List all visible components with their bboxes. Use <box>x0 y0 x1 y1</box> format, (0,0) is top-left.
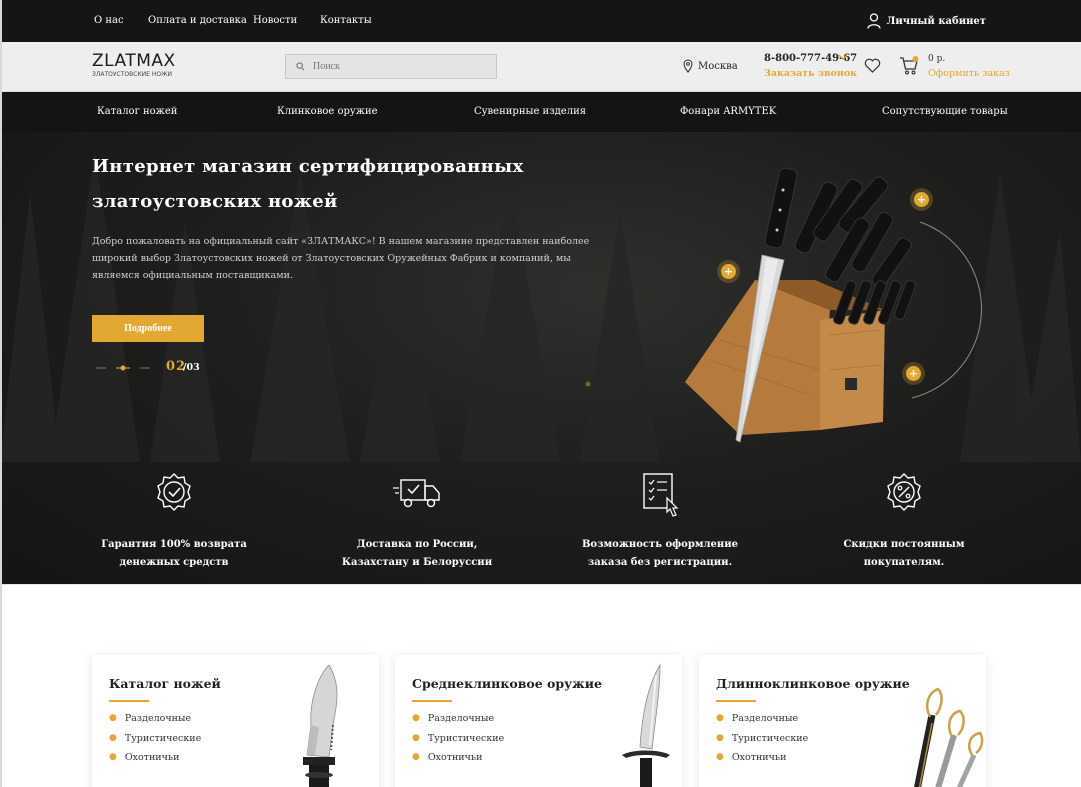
location-pin-icon <box>683 59 693 73</box>
order-form-icon <box>643 473 679 517</box>
cart-price: 0 р. <box>928 54 946 64</box>
delivery-truck-icon <box>393 479 440 508</box>
list-item[interactable]: ● Охотничьи <box>109 752 201 772</box>
nav-item-armytek-lights[interactable]: Фонари ARMYTEK <box>680 106 776 117</box>
feature-discounts-text: Скидки постоянным покупателям. <box>843 539 965 568</box>
hotspot-plus-icon-1[interactable]: + <box>914 192 929 207</box>
hunting-knife-image <box>303 664 338 787</box>
heart-icon[interactable] <box>864 58 881 73</box>
feature-discounts: Скидки постоянным покупателям. <box>804 472 1004 572</box>
dagger-image <box>622 663 670 787</box>
logo-title: ZLATMAX <box>92 51 176 71</box>
nav-item-knife-catalog[interactable]: Каталог ножей <box>97 106 177 117</box>
top-link-news[interactable]: Новости <box>253 15 297 26</box>
card-underline <box>716 700 756 702</box>
list-item[interactable]: ● Разделочные <box>109 713 201 733</box>
page: О нас Оплата и доставка Новости Контакты… <box>0 0 1081 787</box>
chevron-down-icon[interactable] <box>838 54 848 61</box>
feature-no-registration: Возможность оформление заказа без регист… <box>560 472 760 572</box>
hotspot-plus-icon-2[interactable]: + <box>721 264 736 279</box>
list-item[interactable]: ● Туристические <box>716 733 808 753</box>
list-item[interactable]: ● Туристические <box>109 733 201 753</box>
feature-guarantee: Гарантия 100% возврата денежных средств <box>74 472 274 572</box>
sabres-image <box>914 687 984 787</box>
city-label: Москва <box>698 60 738 72</box>
search-icon[interactable] <box>296 62 305 71</box>
discount-badge-icon <box>887 473 921 511</box>
search-input[interactable] <box>313 61 483 72</box>
list-item[interactable]: ● Разделочные <box>716 713 808 733</box>
user-icon <box>866 13 881 29</box>
top-link-about[interactable]: О нас <box>94 15 124 26</box>
hero-description: Добро пожаловать на официальный сайт «ЗЛ… <box>92 236 590 281</box>
nav-item-bladed-weapons[interactable]: Клинковое оружие <box>277 106 378 117</box>
left-edge <box>0 0 2 787</box>
cart-button[interactable] <box>899 56 919 80</box>
feature-no-registration-text: Возможность оформление заказа без регист… <box>581 539 739 568</box>
list-item[interactable]: ● Туристические <box>412 733 504 753</box>
header: ZLATMAX ЗЛАТОУСТОВСКИЕ НОЖИ Москва 8-800… <box>0 42 1081 92</box>
top-bar: О нас Оплата и доставка Новости Контакты… <box>0 0 1081 42</box>
card-underline <box>109 700 149 702</box>
checkout-link[interactable]: Оформить заказ <box>928 68 1010 79</box>
top-link-contacts[interactable]: Контакты <box>320 15 372 26</box>
nav-item-souvenirs[interactable]: Сувенирные изделия <box>474 106 586 117</box>
list-item[interactable]: ● Разделочные <box>412 713 504 733</box>
category-section: Каталог ножей ● Разделочные ● Туристически… <box>0 584 1081 787</box>
list-item[interactable]: ● Охотничьи <box>412 752 504 772</box>
more-button[interactable]: Подробнее <box>92 315 204 342</box>
knife-block-image <box>685 167 982 443</box>
hero-title-line-2: златоустовских ножей <box>92 191 338 212</box>
logo-subtitle: ЗЛАТОУСТОВСКИЕ НОЖИ <box>92 71 173 78</box>
search-box <box>285 54 497 79</box>
hotspot-plus-icon-3[interactable]: + <box>906 366 921 381</box>
logo[interactable]: ZLATMAX ЗЛАТОУСТОВСКИЕ НОЖИ <box>92 51 202 83</box>
card-list: ● Разделочные ● Туристические ● Охотничьи <box>109 713 201 772</box>
callback-link[interactable]: Заказать звонок <box>764 68 857 79</box>
nav-item-related-goods[interactable]: Сопутствующие товары <box>882 106 1008 117</box>
slider-pagination[interactable] <box>96 363 156 373</box>
hero-title-line-1: Интернет магазин сертифицированных <box>92 156 524 177</box>
category-card-knives[interactable]: Каталог ножей ● Разделочные ● Туристически… <box>92 655 379 787</box>
top-link-payment-delivery[interactable]: Оплата и доставка <box>148 15 247 26</box>
check-badge-icon <box>157 473 191 511</box>
hero-banner: Интернет магазин сертифицированных злато… <box>0 132 1081 584</box>
card-list: ● Разделочные ● Туристические ● Охотничьи <box>716 713 808 772</box>
account-label: Личный кабинет <box>886 15 987 27</box>
category-card-medium-blades[interactable]: Среднеклинковое оружие ● Разделочные ● Тур… <box>395 655 682 787</box>
feature-delivery: Доставка по России, Казахстану и Белорус… <box>317 472 517 572</box>
feature-guarantee-text: Гарантия 100% возврата денежных средств <box>101 539 247 568</box>
account-link[interactable]: Личный кабинет <box>866 12 987 30</box>
list-item[interactable]: ● Охотничьи <box>716 752 808 772</box>
city-selector[interactable]: Москва <box>683 59 738 73</box>
features-row: Гарантия 100% возврата денежных средств … <box>0 472 1081 584</box>
feature-delivery-text: Доставка по России, Казахстану и Белорус… <box>341 539 493 568</box>
card-underline <box>412 700 452 702</box>
category-card-long-blades[interactable]: Длинноклинковое оружие ● Разделочные ● Тур… <box>699 655 986 787</box>
card-list: ● Разделочные ● Туристические ● Охотничьи <box>412 713 504 772</box>
main-nav: Каталог ножей Клинковое оружие Сувенирны… <box>0 92 1081 132</box>
cart-icon <box>900 56 919 75</box>
slide-total: /03 <box>183 362 200 373</box>
card-title[interactable]: Каталог ножей <box>109 676 221 691</box>
